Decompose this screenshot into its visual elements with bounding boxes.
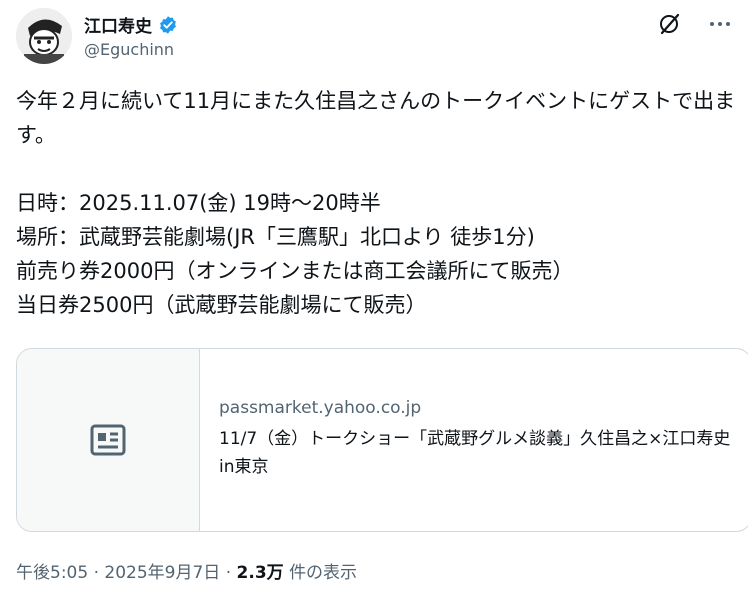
tweet-line: 日時：2025.11.07(金) 19時〜20時半 <box>16 191 381 215</box>
view-label: 件の表示 <box>289 563 358 583</box>
separator: · <box>225 563 237 583</box>
separator: · <box>93 563 105 583</box>
tweet-line: 今年２月に続いて11月にまた久住昌之さんのトークイベントにゲストで出ます。 <box>16 89 736 147</box>
avatar[interactable] <box>16 8 72 64</box>
article-icon <box>90 424 126 456</box>
grok-icon[interactable] <box>658 12 682 36</box>
tweet-line: 場所：武蔵野芸能劇場(JR「三鷹駅」北口より 徒歩1分) <box>16 225 535 249</box>
card-thumbnail[interactable] <box>17 349 200 531</box>
verified-badge-icon <box>158 15 178 35</box>
tweet-date[interactable]: 2025年9月7日 <box>104 563 220 583</box>
card-title[interactable]: 11/7（金）トークショー「武蔵野グルメ談義」久住昌之×江口寿史 in東京 <box>219 425 731 481</box>
author-handle[interactable]: @Eguchinn <box>84 40 174 59</box>
more-icon[interactable] <box>708 14 732 34</box>
tweet-line: 前売り券2000円（オンラインまたは商工会議所にて販売） <box>16 259 574 283</box>
author-name[interactable]: 江口寿史 <box>84 12 152 37</box>
card-domain[interactable]: passmarket.yahoo.co.jp <box>219 395 731 421</box>
tweet-meta: 午後5:05 · 2025年9月7日 · 2.3万 件の表示 <box>16 558 357 583</box>
view-count: 2.3万 <box>236 563 284 583</box>
tweet-line: 当日券2500円（武蔵野芸能劇場にて販売） <box>16 293 427 317</box>
tweet-header: 江口寿史 @Eguchinn <box>16 4 732 66</box>
tweet-time[interactable]: 午後5:05 <box>16 563 88 583</box>
tweet-text: 今年２月に続いて11月にまた久住昌之さんのトークイベントにゲストで出ます。 日時… <box>16 84 736 322</box>
link-card[interactable]: passmarket.yahoo.co.jp 11/7（金）トークショー「武蔵野… <box>16 348 748 532</box>
